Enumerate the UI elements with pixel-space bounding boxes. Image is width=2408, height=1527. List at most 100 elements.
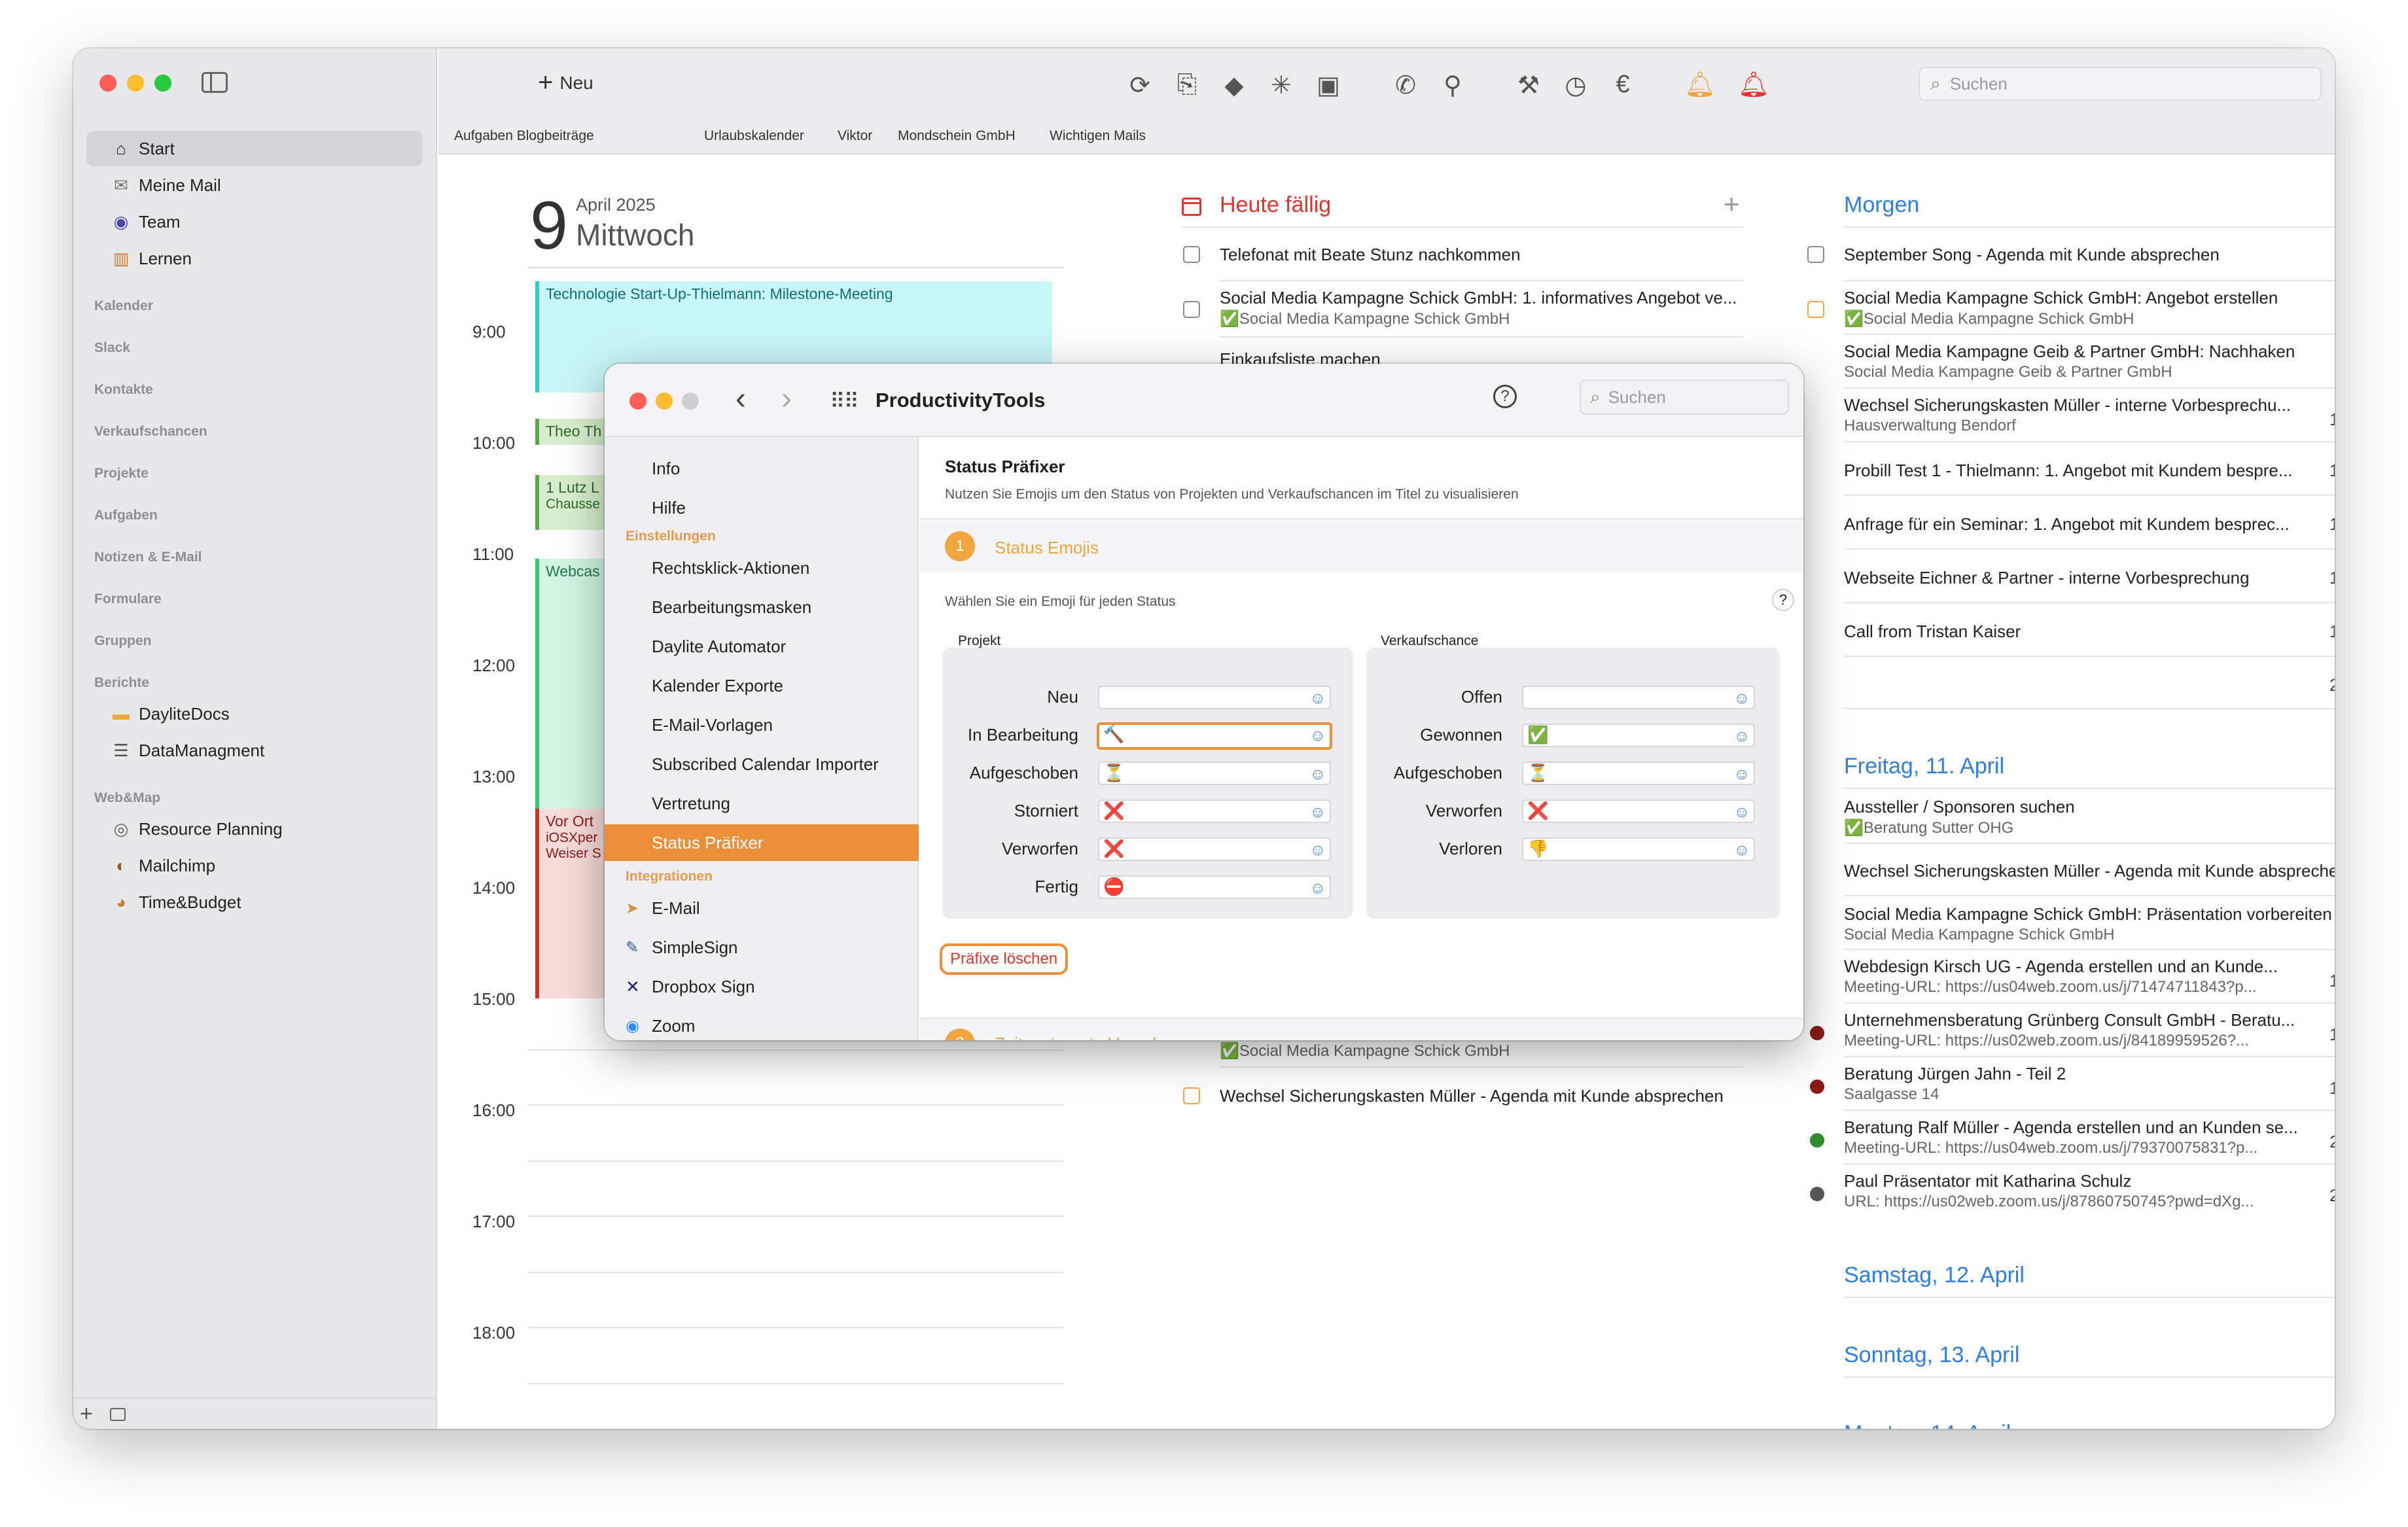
nav-item-subscribed-calendar[interactable]: Subscribed Calendar Importer (605, 746, 919, 782)
bell-orange-icon[interactable]: 🔔︎ (1684, 71, 1716, 99)
sidebar-section-kontakte[interactable]: Kontakte (94, 382, 153, 398)
nav-item-rechtsklick[interactable]: Rechtsklick-Aktionen (605, 550, 919, 586)
graduation-cap-icon[interactable]: ◆ (1220, 71, 1248, 100)
euro-icon[interactable]: € (1608, 71, 1637, 99)
nav-item-dropbox-sign[interactable]: ✕ Dropbox Sign (605, 968, 919, 1005)
emoji-field-vk-aufgeschoben[interactable]: ⏳ ☺ (1522, 762, 1755, 785)
calendar-event[interactable]: Vor Ort iOSXper Weiser S (535, 809, 614, 998)
nav-item-email[interactable]: ➤ E-Mail (605, 890, 919, 926)
event-item[interactable]: Anfrage für ein Seminar: 1. Angebot mit … (1844, 514, 2302, 535)
emoji-field-aufgeschoben[interactable]: ⏳ ☺ (1098, 762, 1331, 785)
calendar-small-icon[interactable] (110, 1408, 126, 1421)
task-item[interactable]: Wechsel Sicherungskasten Müller - Agenda… (1844, 861, 2335, 881)
forward-chevron-icon[interactable]: › (781, 381, 792, 417)
dialog-close-button[interactable] (629, 393, 646, 410)
smiley-icon[interactable]: ☺ (1733, 803, 1750, 822)
favorite-viktor[interactable]: Viktor (838, 128, 872, 144)
smiley-icon[interactable]: ☺ (1309, 841, 1326, 860)
layout-icon[interactable]: ▣ (1314, 71, 1343, 100)
favorite-urlaubskalender[interactable]: Urlaubskalender (704, 128, 804, 144)
task-item[interactable]: Wechsel Sicherungskasten Müller - Agenda… (1220, 1086, 1756, 1106)
nav-item-kalender-exporte[interactable]: Kalender Exporte (605, 667, 919, 704)
dialog-search-field[interactable]: ⌕ Suchen (1580, 379, 1789, 415)
emoji-field-neu[interactable]: ☺ (1098, 686, 1331, 709)
task-item[interactable]: Social Media Kampagne Schick GmbH: Angeb… (1844, 288, 2335, 328)
task-checkbox[interactable] (1807, 246, 1824, 263)
org-icon[interactable]: ⚲ (1438, 71, 1467, 100)
nav-item-zoom[interactable]: ◉ Zoom (605, 1008, 919, 1040)
zoom-window-button[interactable] (154, 75, 171, 92)
favorite-wichtigen-mails[interactable]: Wichtigen Mails (1050, 128, 1146, 144)
task-item[interactable]: Social Media Kampagne Schick GmbH: 1. in… (1220, 288, 1743, 328)
sidebar-item-mailchimp[interactable]: ◐ Mailchimp (86, 848, 423, 883)
sync-icon[interactable]: ⟳ (1125, 71, 1154, 100)
calendar-event[interactable]: 1 Lutz L Chausse (535, 475, 614, 530)
calendar-event[interactable]: Webcas (535, 559, 614, 834)
task-checkbox[interactable] (1183, 301, 1200, 318)
smiley-icon[interactable]: ☺ (1309, 803, 1326, 822)
favorite-mondschein-gmbh[interactable]: Mondschein GmbH (898, 128, 1016, 144)
task-item[interactable]: September Song - Agenda mit Kunde abspre… (1844, 245, 2335, 265)
event-item[interactable]: Probill Test 1 - Thielmann: 1. Angebot m… (1844, 461, 2302, 481)
sidebar-section-verkaufschancen[interactable]: Verkaufschancen (94, 424, 207, 440)
sidebar-section-gruppen[interactable]: Gruppen (94, 633, 152, 649)
emoji-field-verloren[interactable]: 👎 ☺ (1522, 837, 1755, 861)
event-item[interactable]: Unternehmensberatung Grünberg Consult Gm… (1844, 1010, 2302, 1050)
inbox-icon[interactable]: ⎘ (1173, 71, 1201, 99)
task-item[interactable]: Telefonat mit Beate Stunz nachkommen (1220, 245, 1743, 265)
sidebar-item-resource-planning[interactable]: ◎ Resource Planning (86, 811, 423, 847)
emoji-field-storniert[interactable]: ❌ ☺ (1098, 799, 1331, 823)
sidebar-item-datamanagment[interactable]: ☰ DataManagment (86, 733, 423, 768)
minimize-window-button[interactable] (127, 75, 144, 92)
nav-item-vertretung[interactable]: Vertretung (605, 785, 919, 822)
emoji-field-vk-verworfen[interactable]: ❌ ☺ (1522, 799, 1755, 823)
event-item[interactable]: Webseite Eichner & Partner - interne Vor… (1844, 568, 2302, 588)
smiley-icon[interactable]: ☺ (1733, 689, 1750, 709)
sidebar-item-lernen[interactable]: ▥ Lernen (86, 241, 423, 276)
sidebar-section-aufgaben[interactable]: Aufgaben (94, 508, 158, 523)
timer-icon[interactable]: ◷ (1561, 71, 1590, 100)
favorite-aufgaben-blogbeitraege[interactable]: Aufgaben Blogbeiträge (454, 128, 594, 144)
bell-red-icon[interactable]: 🔔︎ (1738, 71, 1769, 99)
clear-prefixes-button[interactable]: Präfixe löschen (940, 943, 1069, 975)
sidebar-item-daylitedocs[interactable]: ▬ DayliteDocs (86, 696, 423, 731)
grid-icon[interactable]: ⠿⠿ (830, 389, 859, 413)
smiley-icon[interactable]: ☺ (1309, 879, 1326, 898)
task-checkbox[interactable] (1807, 301, 1824, 318)
dialog-minimize-button[interactable] (656, 393, 673, 410)
sidebar-item-time-budget[interactable]: ◕ Time&Budget (86, 885, 423, 920)
emoji-field-verworfen[interactable]: ❌ ☺ (1098, 837, 1331, 861)
event-item[interactable]: Call from Tristan Kaiser (1844, 622, 2302, 642)
nav-item-bearbeitungsmasken[interactable]: Bearbeitungsmasken (605, 589, 919, 625)
emoji-field-offen[interactable]: ☺ (1522, 686, 1755, 709)
task-checkbox[interactable] (1183, 246, 1200, 263)
phone-icon[interactable]: ✆ (1391, 71, 1420, 100)
nav-item-simplesign[interactable]: ✎ SimpleSign (605, 929, 919, 966)
smiley-icon[interactable]: ☺ (1733, 727, 1750, 746)
sidebar-section-formulare[interactable]: Formulare (94, 591, 162, 607)
search-field[interactable]: ⌕ Suchen (1919, 67, 2322, 101)
help-icon[interactable]: ? (1493, 385, 1517, 408)
smiley-icon[interactable]: ☺ (1733, 841, 1750, 860)
nav-item-email-vorlagen[interactable]: E-Mail-Vorlagen (605, 707, 919, 743)
add-today-task-icon[interactable]: + (1724, 188, 1740, 220)
task-checkbox[interactable] (1183, 1087, 1200, 1104)
smiley-icon[interactable]: ☺ (1733, 765, 1750, 784)
sidebar-section-notizen[interactable]: Notizen & E-Mail (94, 550, 202, 565)
nav-item-hilfe[interactable]: Hilfe (605, 489, 919, 526)
sidebar-toggle-icon[interactable] (202, 72, 228, 93)
dialog-zoom-button[interactable] (682, 393, 699, 410)
nav-item-info[interactable]: Info (605, 450, 919, 487)
event-item[interactable]: Paul Präsentator mit Katharina Schulz URL… (1844, 1171, 2302, 1211)
nav-item-daylite-automator[interactable]: Daylite Automator (605, 628, 919, 665)
emoji-field-in-bearbeitung[interactable]: 🔨 ☺ (1097, 722, 1332, 750)
sidebar-section-berichte[interactable]: Berichte (94, 675, 149, 691)
sidebar-item-start[interactable]: ⌂ Start (86, 131, 423, 166)
event-item[interactable]: Webdesign Kirsch UG - Agenda erstellen u… (1844, 957, 2302, 996)
event-item[interactable]: Beratung Jürgen Jahn - Teil 2 Saalgasse 1… (1844, 1064, 2302, 1104)
event-item[interactable]: Beratung Ralf Müller - Agenda erstellen … (1844, 1117, 2302, 1157)
calendar-event[interactable]: Theo Th (535, 419, 614, 445)
smiley-icon[interactable]: ☺ (1309, 689, 1326, 709)
sparkle-icon[interactable]: ✳ (1267, 71, 1296, 100)
add-icon[interactable]: + (80, 1401, 93, 1427)
